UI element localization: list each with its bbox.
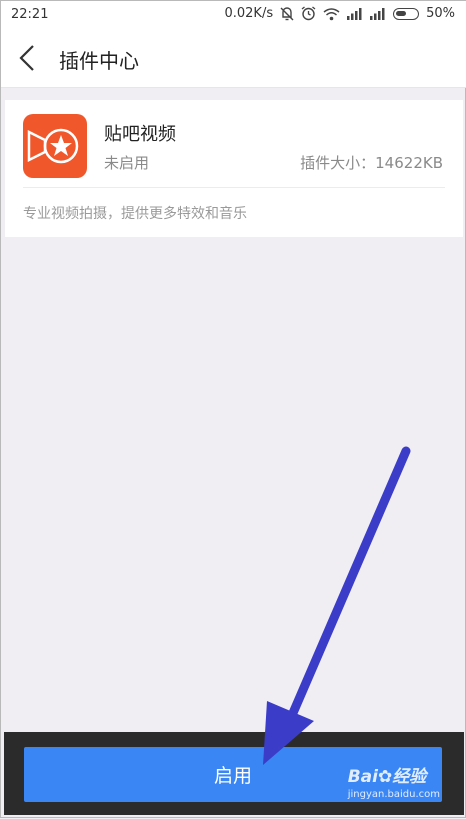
wifi-icon [323, 7, 340, 20]
plugin-name: 贴吧视频 [104, 124, 176, 145]
watermark-brand-suffix: 经验 [392, 767, 427, 787]
screen-frame: 22:21 0.02K/s 50% 插件中心 贴吧视频 未启用 插件大小：146… [0, 0, 466, 818]
status-bar: 22:21 0.02K/s 50% [1, 1, 466, 29]
divider [23, 187, 445, 188]
plugin-description: 专业视频拍摄，提供更多特效和音乐 [23, 206, 247, 222]
plugin-status: 未启用 [104, 154, 150, 172]
battery-percent: 50% [426, 6, 455, 21]
status-icons: 0.02K/s 50% [224, 6, 455, 21]
header: 插件中心 [1, 29, 466, 88]
network-speed: 0.02K/s [224, 6, 274, 21]
page-title: 插件中心 [59, 49, 139, 73]
status-time: 22:21 [11, 7, 49, 22]
bottom-bar: 启用 Bai✿经验 jingyan.baidu.com [4, 732, 464, 815]
battery-icon [393, 7, 420, 20]
bell-off-icon [280, 7, 294, 21]
alarm-icon [301, 6, 316, 21]
watermark-site: jingyan.baidu.com [347, 789, 440, 800]
video-camera-star-icon [27, 128, 79, 164]
back-button[interactable] [15, 43, 43, 73]
enable-button-label: 启用 [213, 765, 252, 787]
baidu-jingyan-watermark: Bai✿经验 jingyan.baidu.com [348, 762, 440, 800]
paw-icon: ✿ [377, 767, 393, 787]
signal-icon [370, 8, 385, 20]
chevron-left-icon [19, 45, 34, 71]
plugin-size: 插件大小：14622KB [300, 154, 443, 172]
plugin-card[interactable]: 贴吧视频 未启用 插件大小：14622KB 专业视频拍摄，提供更多特效和音乐 [5, 100, 463, 237]
plugin-app-icon [23, 114, 87, 178]
signal-icon [347, 8, 362, 20]
watermark-brand: Bai [347, 767, 378, 787]
